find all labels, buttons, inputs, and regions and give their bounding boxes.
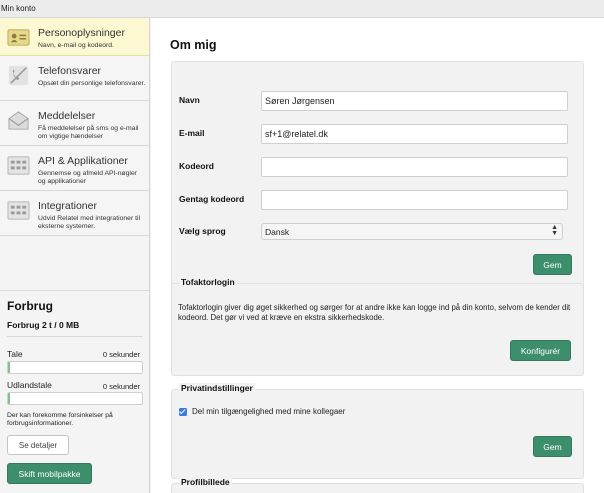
meter-fill	[8, 393, 10, 404]
language-label: Vælg sprog	[179, 226, 226, 236]
meter-tale	[7, 361, 143, 374]
details-button[interactable]: Se detaljer	[7, 435, 69, 455]
password-repeat-label: Gentag kodeord	[179, 194, 245, 204]
meter-label-udlandstale: Udlandstale	[7, 380, 52, 390]
configure-button[interactable]: Konfigurér	[510, 340, 571, 361]
usage-summary: Forbrug 2 t / 0 MB	[7, 320, 80, 330]
sidebar-item-personoplysninger[interactable]: Personoplysninger Navn, e-mail og kodeor…	[0, 18, 149, 56]
sidebar-item-subtitle: Udvid Relatel med integrationer til ekst…	[38, 215, 141, 230]
sidebar-item-title: Telefonsvarer	[38, 65, 102, 77]
main-content: Om mig Navn E-mail Kodeord Gentag kodeor…	[151, 18, 604, 493]
sidebar-item-title: Meddelelser	[38, 110, 96, 122]
name-field[interactable]	[261, 91, 568, 111]
password-field[interactable]	[261, 157, 568, 177]
share-availability-checkbox[interactable]	[179, 407, 187, 416]
name-label: Navn	[179, 95, 200, 105]
email-field[interactable]	[261, 124, 568, 144]
profile-picture-section: Profilbillede	[171, 477, 584, 493]
phone-off-icon	[8, 65, 29, 86]
sidebar-item-title: Personoplysninger	[38, 27, 125, 39]
window-title: Min konto	[0, 0, 604, 18]
privacy-section: Privatindstillinger Del min tilgængeligh…	[171, 383, 584, 479]
usage-title: Forbrug	[7, 299, 53, 313]
select-arrows-icon: ▲ ▼	[551, 224, 558, 237]
save-privacy-button[interactable]: Gem	[533, 436, 572, 457]
integration-grid-icon	[7, 201, 30, 220]
envelope-icon	[8, 111, 29, 130]
meter-udlandstale	[7, 392, 143, 405]
sidebar-item-title: Integrationer	[38, 200, 97, 212]
sidebar-item-title: API & Applikationer	[38, 155, 128, 167]
privacy-title: Privatindstillinger	[179, 383, 255, 393]
meter-fill	[8, 362, 10, 373]
share-availability-label: Del min tilgængelighed med mine kollegae…	[192, 407, 346, 416]
email-label: E-mail	[179, 128, 205, 138]
sidebar: Personoplysninger Navn, e-mail og kodeor…	[0, 18, 150, 493]
password-label: Kodeord	[179, 161, 214, 171]
change-package-button[interactable]: Skift mobilpakke	[7, 463, 92, 484]
sidebar-spacer	[0, 236, 149, 291]
usage-note: Der kan forekomme forsinkelser på forbru…	[7, 412, 113, 427]
profile-picture-title: Profilbillede	[179, 477, 232, 487]
language-select[interactable]: Dansk ▲ ▼	[261, 223, 563, 240]
meter-value-udlandstale: 0 sekunder	[102, 382, 140, 391]
meter-value-tale: 0 sekunder	[102, 350, 140, 359]
page-title: Om mig	[170, 38, 217, 52]
sidebar-item-subtitle: Navn, e-mail og kodeord.	[38, 42, 114, 49]
sidebar-item-integrationer[interactable]: Integrationer Udvid Relatel med integrat…	[0, 191, 149, 236]
usage-panel: Forbrug Forbrug 2 t / 0 MB Tale 0 sekund…	[0, 291, 149, 491]
sidebar-item-meddelelser[interactable]: Meddelelser Få meddelelser på sms og e-m…	[0, 101, 149, 146]
save-profile-button[interactable]: Gem	[533, 254, 572, 275]
language-select-value: Dansk	[265, 227, 290, 237]
app-grid-icon	[7, 156, 30, 175]
share-availability-row[interactable]: Del min tilgængelighed med mine kollegae…	[179, 407, 345, 416]
sidebar-item-api-applikationer[interactable]: API & Applikationer Gennemse og afmeld A…	[0, 146, 149, 191]
two-factor-description: Tofaktorlogin giver dig øget sikkerhed o…	[178, 303, 571, 322]
profile-form: Navn E-mail Kodeord Gentag kodeord Vælg …	[171, 61, 584, 290]
meter-label-tale: Tale	[7, 349, 23, 359]
sidebar-item-subtitle: Få meddelelser på sms og e-mail om vigti…	[38, 125, 139, 140]
two-factor-title: Tofaktorlogin	[179, 277, 237, 287]
sidebar-item-subtitle: Gennemse og afmeld API-nøgler og applika…	[38, 170, 137, 185]
two-factor-section: Tofaktorlogin Tofaktorlogin giver dig øg…	[171, 277, 584, 376]
sidebar-item-subtitle: Opsæt din personlige telefonsvarer.	[38, 80, 146, 87]
id-card-icon	[7, 29, 30, 46]
sidebar-item-telefonsvarer[interactable]: Telefonsvarer Opsæt din personlige telef…	[0, 56, 149, 101]
usage-divider	[7, 336, 143, 337]
password-repeat-field[interactable]	[261, 190, 568, 210]
